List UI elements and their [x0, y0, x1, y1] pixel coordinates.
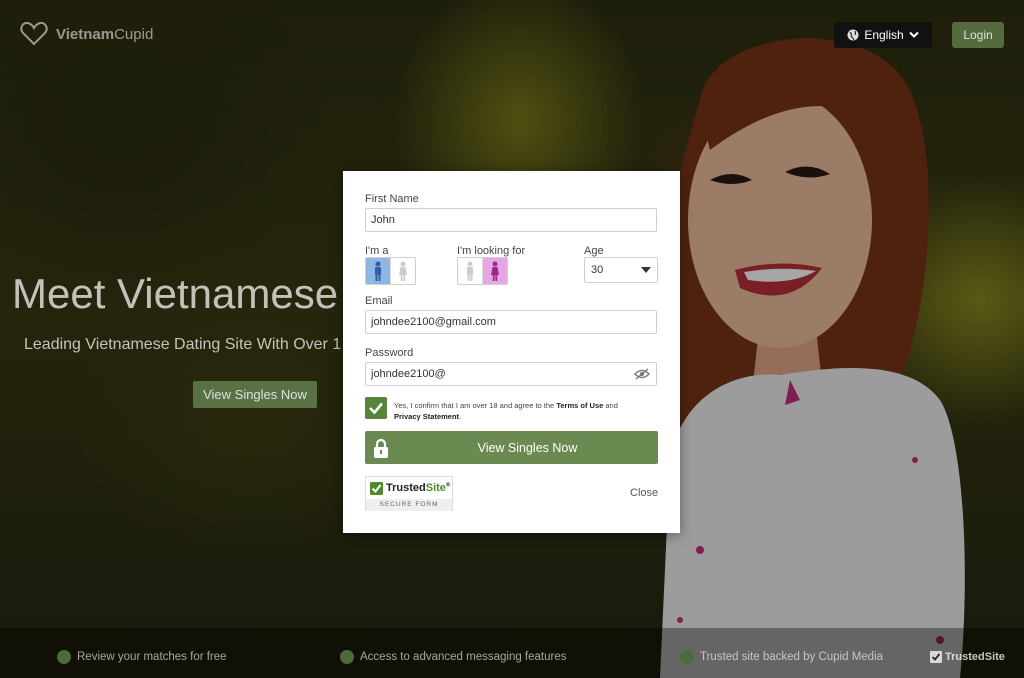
footer-trusted-site-label: TrustedSite — [945, 651, 1005, 663]
language-label: English — [864, 28, 904, 42]
logo-text: VietnamCupid — [56, 25, 154, 43]
submit-label: View Singles Now — [477, 440, 578, 455]
terms-text: Yes, I confirm that I am over 18 and agr… — [394, 401, 618, 421]
feature-label: Trusted site backed by Cupid Media — [700, 651, 884, 663]
age-select[interactable]: 30 — [584, 257, 658, 283]
hero-subtitle: Leading Vietnamese Dating Site With Over… — [24, 336, 342, 353]
looking-for-gender-toggle — [457, 257, 508, 285]
privacy-statement-link[interactable]: Privacy Statement — [394, 412, 459, 421]
hero-title: Meet Vietnamese — [12, 270, 339, 317]
signup-modal: First Name John I'm a I'm looking for Ag… — [343, 171, 680, 533]
im-a-male-option[interactable] — [366, 258, 390, 284]
checkbox-icon — [930, 651, 942, 663]
male-icon — [467, 261, 473, 281]
female-icon — [491, 261, 499, 281]
view-singles-submit-button[interactable]: View Singles Now — [365, 431, 658, 464]
secure-form-label: SECURE FORM — [366, 499, 452, 511]
feature-item: Review your matches for free — [57, 650, 227, 664]
first-name-label: First Name — [365, 193, 419, 205]
im-a-gender-toggle — [365, 257, 416, 285]
globe-icon — [847, 29, 859, 41]
age-value: 30 — [591, 264, 604, 276]
female-icon — [399, 261, 407, 281]
im-a-female-option[interactable] — [390, 258, 415, 284]
password-value: johndee2100@ — [371, 368, 446, 380]
first-name-input[interactable]: John — [365, 208, 657, 232]
password-label: Password — [365, 347, 414, 359]
feature-item: Trusted site backed by Cupid Media — [680, 650, 883, 664]
chevron-down-icon — [908, 31, 919, 38]
check-circle-icon — [340, 650, 354, 664]
close-link[interactable]: Close — [630, 487, 658, 499]
check-circle-icon — [680, 650, 694, 664]
looking-for-female-option[interactable] — [482, 258, 507, 284]
looking-for-male-option[interactable] — [458, 258, 482, 284]
check-circle-icon — [57, 650, 71, 664]
feature-item: Access to advanced messaging features — [340, 650, 566, 664]
password-input[interactable]: johndee2100@ — [365, 362, 657, 386]
feature-label: Access to advanced messaging features — [360, 651, 567, 663]
lock-icon — [365, 431, 397, 464]
site-logo[interactable]: VietnamCupid — [20, 22, 153, 46]
trusted-site-wordmark: TrustedSite® — [386, 482, 451, 494]
hero-view-singles-button[interactable]: View Singles Now — [193, 381, 317, 408]
terms-checkbox[interactable] — [365, 397, 387, 419]
email-label: Email — [365, 295, 393, 307]
eye-slash-icon[interactable] — [634, 368, 650, 380]
looking-for-label: I'm looking for — [457, 245, 526, 257]
check-box-icon — [370, 481, 383, 495]
trusted-site-secure-badge[interactable]: TrustedSite® SECURE FORM — [365, 476, 453, 511]
feature-label: Review your matches for free — [77, 651, 227, 663]
footer-trusted-site-badge[interactable]: TrustedSite — [930, 651, 1005, 663]
im-a-label: I'm a — [365, 245, 389, 257]
heart-logo-icon — [20, 22, 48, 46]
login-button[interactable]: Login — [952, 22, 1004, 48]
terms-of-use-link[interactable]: Terms of Use — [556, 401, 603, 410]
checkmark-icon — [369, 402, 383, 415]
language-selector[interactable]: English — [834, 22, 932, 48]
email-input[interactable]: johndee2100@gmail.com — [365, 310, 657, 334]
caret-down-icon — [641, 267, 651, 273]
male-icon — [375, 261, 381, 281]
age-label: Age — [584, 245, 604, 257]
